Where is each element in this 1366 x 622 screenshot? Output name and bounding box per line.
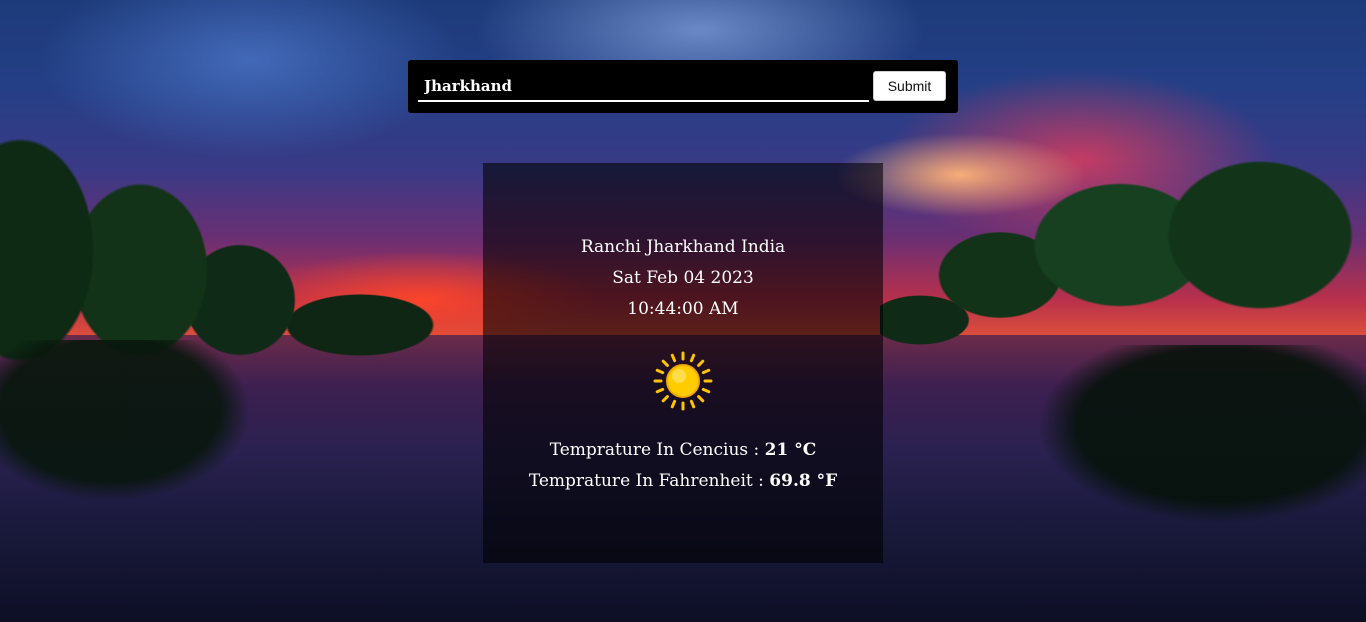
sun-icon xyxy=(653,351,713,411)
date-text: Sat Feb 04 2023 xyxy=(612,268,754,288)
celsius-row: Temprature In Cencius : 21 °C xyxy=(483,439,883,461)
weather-card: Ranchi Jharkhand India Sat Feb 04 2023 1… xyxy=(483,163,883,563)
fahrenheit-row: Temprature In Fahrenheit : 69.8 °F xyxy=(483,470,883,492)
time-text: 10:44:00 AM xyxy=(627,299,739,319)
submit-button[interactable]: Submit xyxy=(873,71,946,101)
celsius-value: 21 °C xyxy=(764,440,817,460)
location-text: Ranchi Jharkhand India xyxy=(580,237,786,257)
reflection-right xyxy=(960,345,1366,575)
trees-left xyxy=(0,80,480,380)
celsius-label: Temprature In Cencius : xyxy=(549,440,765,460)
city-search-input[interactable] xyxy=(418,71,869,102)
reflection-left xyxy=(0,340,360,580)
search-form: Submit xyxy=(408,60,958,113)
fahrenheit-value: 69.8 °F xyxy=(769,471,838,491)
trees-right xyxy=(880,125,1366,365)
fahrenheit-label: Temprature In Fahrenheit : xyxy=(528,471,770,491)
